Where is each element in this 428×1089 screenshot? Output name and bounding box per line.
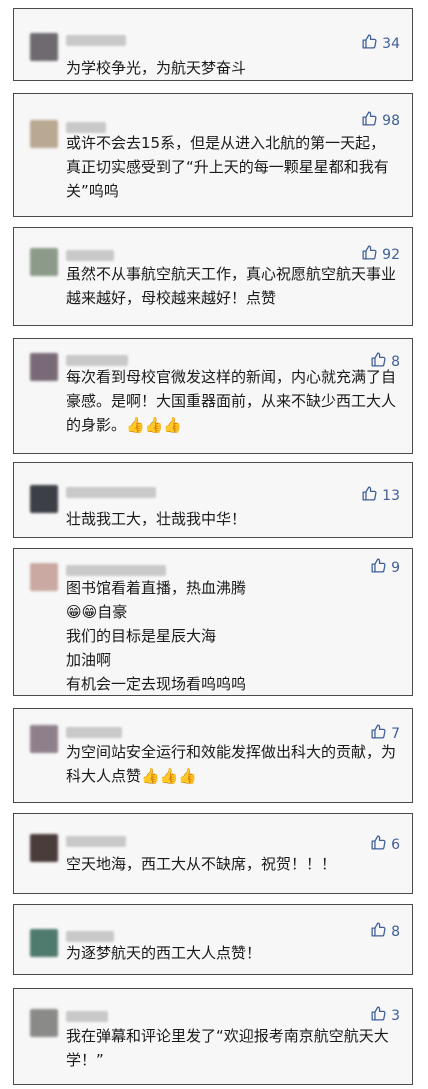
avatar[interactable] (30, 834, 58, 862)
comment-text: 或许不会去15系，但是从进入北航的第一天起，真正切实感受到了“升上天的每一颗星星… (66, 134, 389, 200)
comment-card[interactable]: 13 壮哉我工大，壮哉我中华！ (13, 462, 413, 538)
avatar[interactable] (30, 248, 58, 276)
thumbs-up-icon (361, 485, 382, 506)
comment-card[interactable]: 6 空天地海，西工大从不缺席，祝贺！！！ (13, 813, 413, 894)
like-button[interactable]: 13 (361, 485, 400, 506)
comment-text: 为空间站安全运行和效能发挥做出科大的贡献，为科大人点赞👍👍👍 (66, 743, 397, 785)
nickname-blurred (66, 727, 122, 738)
comment-card[interactable]: 98 或许不会去15系，但是从进入北航的第一天起，真正切实感受到了“升上天的每一颗… (13, 93, 413, 217)
comment-text: 为逐梦航天的西工大人点赞！ (66, 944, 262, 962)
like-button[interactable]: 8 (370, 921, 400, 942)
avatar[interactable] (30, 120, 58, 148)
like-count: 98 (382, 112, 400, 129)
like-count: 6 (391, 836, 400, 853)
comment-card[interactable]: 9 图书馆看着直播，热血沸腾 😁😁自豪 我们的目标是星辰大海 加油啊 有机会一定去… (13, 548, 413, 696)
comment-card[interactable]: 8 每次看到母校官微发这样的新闻，内心就充满了自豪感。是啊！大国重器面前，从来不缺… (13, 338, 413, 454)
comment-card[interactable]: 92 虽然不从事航空航天工作，真心祝愿航空航天事业越来越好，母校越来越好！点赞 (13, 227, 413, 326)
comment-text: 为学校争光，为航天梦奋斗 (66, 59, 247, 77)
avatar[interactable] (30, 33, 58, 61)
nickname-blurred (66, 565, 166, 576)
like-count: 92 (382, 246, 400, 263)
avatar[interactable] (30, 353, 58, 381)
nickname-blurred (66, 1011, 108, 1022)
like-count: 3 (391, 1007, 400, 1024)
nickname-blurred (66, 35, 126, 46)
thumbs-up-icon (361, 110, 382, 131)
avatar[interactable] (30, 929, 58, 957)
comment-card[interactable]: 34 为学校争光，为航天梦奋斗 (13, 8, 413, 81)
comment-text: 图书馆看着直播，热血沸腾 😁😁自豪 我们的目标是星辰大海 加油啊 有机会一定去现… (66, 579, 247, 693)
like-count: 8 (391, 923, 400, 940)
like-count: 9 (391, 559, 400, 576)
comment-text: 空天地海，西工大从不缺席，祝贺！！！ (66, 855, 337, 873)
thumbs-up-icon (370, 921, 391, 942)
nickname-blurred (66, 487, 156, 498)
comment-card[interactable]: 7 为空间站安全运行和效能发挥做出科大的贡献，为科大人点赞👍👍👍 (13, 708, 413, 803)
like-count: 34 (382, 35, 400, 52)
comment-card[interactable]: 3 我在弹幕和评论里发了“欢迎报考南京航空航天大学！” (13, 988, 413, 1085)
comment-text: 虽然不从事航空航天工作，真心祝愿航空航天事业越来越好，母校越来越好！点赞 (66, 265, 397, 307)
thumbs-up-icon (370, 557, 391, 578)
avatar[interactable] (30, 485, 58, 513)
comment-card[interactable]: 8 为逐梦航天的西工大人点赞！ (13, 904, 413, 975)
nickname-blurred (66, 250, 114, 261)
comment-text: 壮哉我工大，壮哉我中华！ (66, 510, 247, 528)
nickname-blurred (66, 836, 126, 847)
comment-text: 每次看到母校官微发这样的新闻，内心就充满了自豪感。是啊！大国重器面前，从来不缺少… (66, 368, 397, 434)
like-button[interactable]: 98 (361, 110, 400, 131)
like-count: 13 (382, 487, 400, 504)
comment-text: 我在弹幕和评论里发了“欢迎报考南京航空航天大学！” (66, 1027, 389, 1069)
like-button[interactable]: 9 (370, 557, 400, 578)
like-button[interactable]: 3 (370, 1005, 400, 1026)
avatar[interactable] (30, 563, 58, 591)
avatar[interactable] (30, 1009, 58, 1037)
like-button[interactable]: 34 (361, 33, 400, 54)
thumbs-up-icon (370, 1005, 391, 1026)
thumbs-up-icon (361, 33, 382, 54)
avatar[interactable] (30, 725, 58, 753)
